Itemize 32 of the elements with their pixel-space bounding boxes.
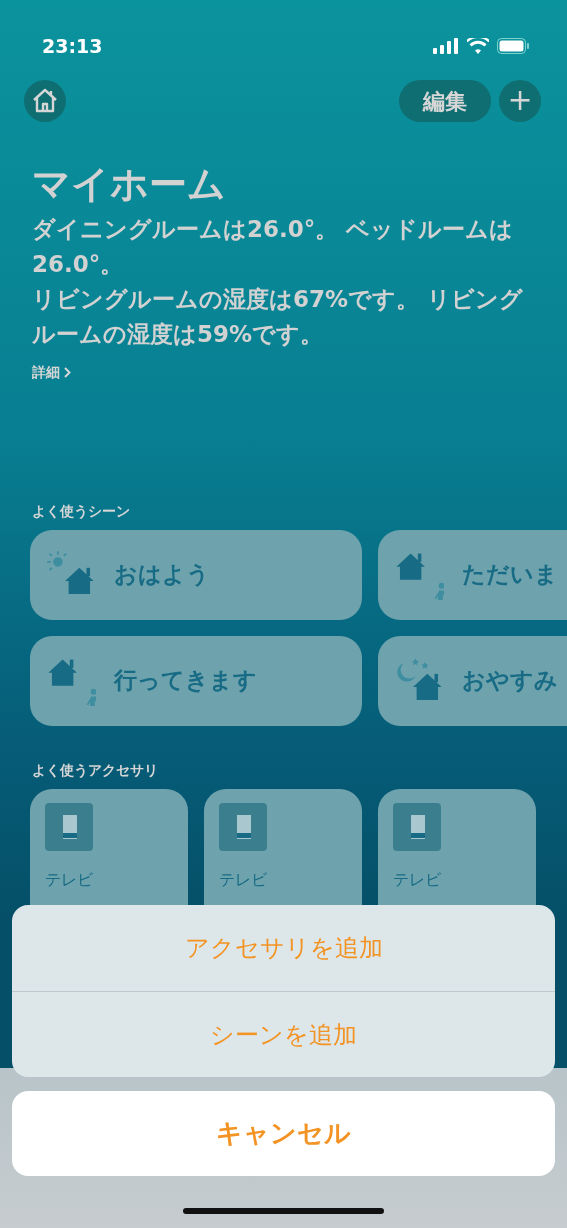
sheet-action[interactable]: シーンを追加 <box>12 991 555 1077</box>
scene-name: おはよう <box>114 560 210 590</box>
scene-tile[interactable]: 行ってきます <box>30 635 362 726</box>
accessory-room: テレビ <box>219 868 268 891</box>
accessory-room: テレビ <box>45 868 94 891</box>
scene-name: おやすみ <box>462 666 558 696</box>
sheet-action[interactable]: アクセサリを追加 <box>12 905 555 991</box>
signal-icon <box>433 38 459 54</box>
section-heading: よく使うシーン <box>32 501 131 521</box>
status-time: 23:13 <box>42 33 103 59</box>
wifi-icon <box>467 38 489 54</box>
status-summary: リビングルームの湿度は67%です。 リビングルームの湿度は59%です。 <box>32 284 525 349</box>
home-title: マイホーム <box>32 162 227 208</box>
switch-icon <box>45 802 93 851</box>
battery-icon <box>497 38 529 54</box>
add-button[interactable]: + <box>499 80 541 122</box>
status-summary: ダイニングルームは26.0°。 ベッドルームは26.0°。 <box>32 214 515 279</box>
switch-icon <box>393 802 441 851</box>
scene-name: 行ってきます <box>114 666 257 696</box>
edit-button[interactable]: 編集 <box>399 80 491 122</box>
cancel-button[interactable]: キャンセル <box>12 1091 555 1176</box>
house-icon <box>31 86 59 113</box>
scene-tile[interactable]: ただいま <box>378 529 567 620</box>
scene-tile[interactable]: おはよう <box>30 529 362 620</box>
accessory-room: テレビ <box>393 868 442 891</box>
switch-icon <box>219 802 267 851</box>
scene-tile[interactable]: おやすみ <box>378 635 567 726</box>
section-heading: よく使うアクセサリ <box>32 760 159 780</box>
chevron-icon <box>64 366 71 378</box>
scene-name: ただいま <box>462 560 558 590</box>
home-button[interactable] <box>24 80 66 122</box>
details-link[interactable]: 詳細 <box>32 361 60 383</box>
